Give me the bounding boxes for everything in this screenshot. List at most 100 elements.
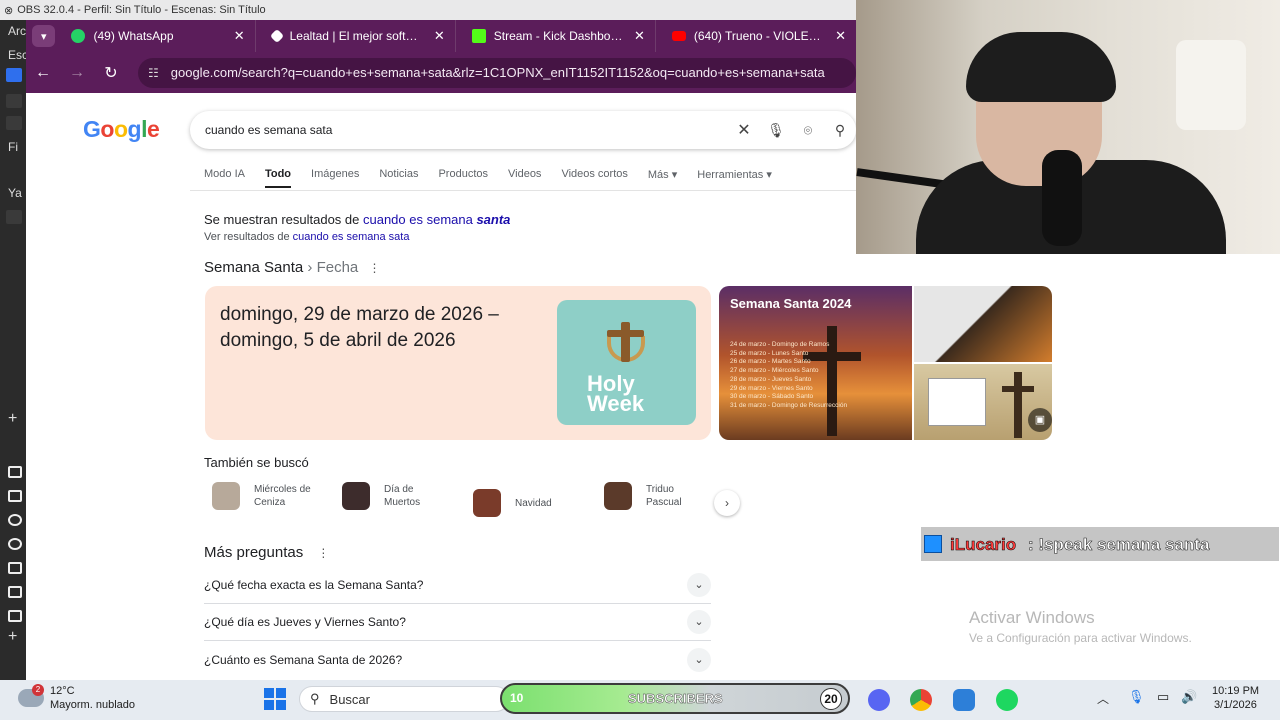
more-options-icon[interactable]: ⋮ [317, 546, 329, 560]
obs-globe-icon-2[interactable] [8, 538, 22, 550]
obs-window-icon-2[interactable] [8, 610, 22, 622]
spotify-icon[interactable] [996, 689, 1018, 711]
obs-camera-icon-2[interactable] [8, 562, 22, 574]
tab-noticias[interactable]: Noticias [379, 168, 418, 188]
original-query-link[interactable]: cuando es semana sata [293, 231, 410, 243]
tab-herramientas[interactable]: Herramientas ▾ [697, 168, 772, 188]
app-icon[interactable] [953, 689, 975, 711]
reload-icon[interactable]: ↻ [94, 63, 128, 83]
obs-title-bar: ⊗ OBS 32.0.4 - Perfil: Sin Título - Esce… [0, 0, 856, 20]
taskbar-search[interactable]: ⚲ Buscar [299, 686, 509, 712]
tab-modo-ia[interactable]: Modo IA [204, 168, 245, 188]
obs-scene-item[interactable] [6, 116, 22, 130]
tab-videos-cortos[interactable]: Videos cortos [561, 168, 627, 188]
close-tab-icon[interactable]: ✕ [234, 28, 245, 44]
subscriber-goal-bar: 10 SUBSCRIBERS 20 [500, 683, 850, 714]
user-badge-icon [924, 535, 942, 553]
obs-label-1: Arc [8, 24, 26, 38]
related-search-item[interactable]: Día de Muertos [342, 482, 434, 510]
more-questions-title: Más preguntas ⋮ [204, 544, 329, 561]
search-icon[interactable]: ⚲ [824, 122, 856, 139]
related-search-item[interactable]: Miércoles de Ceniza [212, 482, 324, 510]
close-tab-icon[interactable]: ✕ [434, 28, 445, 44]
clear-icon[interactable]: ✕ [728, 120, 760, 140]
chevron-down-icon[interactable]: ⌄ [687, 610, 711, 634]
original-query-note: Ver resultados de cuando es semana sata [204, 231, 409, 243]
obs-icon: ⊗ [4, 4, 14, 17]
close-tab-icon[interactable]: ✕ [634, 28, 645, 44]
semana-santa-image[interactable]: Semana Santa 2024 24 de marzo - Domingo … [719, 286, 912, 440]
camera-search-icon[interactable]: ⌾ [792, 122, 824, 139]
obs-window-icon[interactable] [8, 586, 22, 598]
faq-item[interactable]: ¿Cuánto es Semana Santa de 2026? ⌄ [204, 641, 711, 678]
answer-breadcrumb: Semana Santa › Fecha ⋮ [204, 259, 380, 276]
more-options-icon[interactable]: ⋮ [368, 261, 380, 275]
obs-camera-icon[interactable] [8, 466, 22, 478]
calendar-cross-image[interactable]: ▣ [914, 364, 1052, 440]
related-search-item[interactable]: Triduo Pascual [604, 482, 696, 510]
original-prefix: Ver resultados de [204, 231, 293, 243]
tab-videos[interactable]: Videos [508, 168, 541, 188]
close-tab-icon[interactable]: ✕ [835, 28, 846, 44]
obs-label-4: Ya [8, 186, 22, 200]
google-logo[interactable]: Google [83, 116, 160, 143]
microphone-icon[interactable]: 🎙 [760, 122, 792, 139]
obs-image-icon[interactable] [8, 490, 22, 502]
search-input[interactable]: cuando es semana sata [205, 123, 728, 137]
calendar-sunset-image[interactable] [914, 286, 1052, 362]
obs-add-icon[interactable]: + [8, 410, 17, 428]
obs-add-icon-2[interactable]: + [8, 628, 17, 646]
tab-mas[interactable]: Más ▾ [648, 168, 677, 188]
subs-goal: 20 [820, 688, 842, 710]
chevron-right-icon[interactable]: › [714, 490, 740, 516]
breadcrumb-main[interactable]: Semana Santa [204, 259, 303, 276]
weather-temperature[interactable]: 12°C [50, 685, 75, 697]
obs-source-item[interactable] [6, 210, 22, 224]
discord-icon[interactable] [868, 689, 890, 711]
faq-item[interactable]: ¿Qué fecha exacta es la Semana Santa? ⌄ [204, 567, 711, 604]
holy-week-text: Holy Week [587, 371, 645, 416]
back-icon[interactable]: ← [26, 64, 60, 82]
tab-youtube[interactable]: (640) Trueno - VIOLENTO ✕ [656, 20, 856, 52]
search-box[interactable]: cuando es semana sata ✕ 🎙 ⌾ ⚲ [190, 111, 856, 149]
microphone-icon[interactable]: 🎙 [1128, 689, 1145, 705]
tab-search-dropdown[interactable]: ▾ [32, 25, 56, 47]
tab-lealtad[interactable]: Lealtad | El mejor software ✕ [256, 20, 456, 52]
volume-icon[interactable]: 🔊 [1181, 689, 1197, 705]
obs-sidebar: Arc Esc Fi Ya + + [0, 20, 28, 680]
network-icon[interactable]: ▭ [1157, 689, 1169, 705]
site-info-icon[interactable]: ☷ [148, 66, 159, 80]
weather-condition[interactable]: Mayorm. nublado [50, 699, 135, 711]
tab-todo[interactable]: Todo [264, 168, 292, 188]
clock-time[interactable]: 10:19 PM [1212, 685, 1259, 697]
corrected-word: santa [476, 212, 511, 227]
chat-overlay: iLucario : !speak semana santa [921, 527, 1279, 561]
faq-question: ¿Qué fecha exacta es la Semana Santa? [204, 578, 424, 592]
image-search-icon[interactable]: ▣ [1028, 408, 1052, 432]
tab-productos[interactable]: Productos [438, 168, 488, 188]
url-input[interactable]: ☷ google.com/search?q=cuando+es+semana+s… [138, 57, 856, 88]
related-search-item[interactable]: Navidad [473, 489, 552, 517]
faq-item[interactable]: ¿Qué día es Jueves y Viernes Santo? ⌄ [204, 604, 711, 641]
chrome-icon[interactable] [910, 689, 932, 711]
correction-prefix: Se muestran resultados de [204, 212, 363, 227]
clock-date[interactable]: 3/1/2026 [1214, 699, 1257, 711]
schedule-line: 27 de marzo - Miércoles Santo [730, 367, 819, 375]
windows-start-icon[interactable] [264, 688, 286, 710]
cross-bar [607, 330, 644, 337]
tab-imagenes[interactable]: Imágenes [311, 168, 359, 188]
obs-scene-item[interactable] [6, 94, 22, 108]
chevron-down-icon[interactable]: ⌄ [687, 573, 711, 597]
tote-bag [1176, 40, 1246, 130]
holy-week-image[interactable]: Holy Week [557, 300, 696, 425]
tab-whatsapp[interactable]: (49) WhatsApp ✕ [55, 20, 256, 52]
chevron-down-icon[interactable]: ⌄ [687, 647, 711, 672]
chevron-up-icon[interactable]: ︿ [1097, 690, 1109, 707]
forward-icon[interactable]: → [60, 64, 94, 82]
cross-icon [621, 322, 630, 362]
tab-label: (49) WhatsApp [93, 29, 174, 43]
corrected-query-link[interactable]: cuando es semana santa [363, 212, 510, 227]
obs-globe-icon[interactable] [8, 514, 22, 526]
tab-kick[interactable]: Stream - Kick Dashboard ✕ [456, 20, 656, 52]
obs-scene-item[interactable] [6, 68, 22, 82]
